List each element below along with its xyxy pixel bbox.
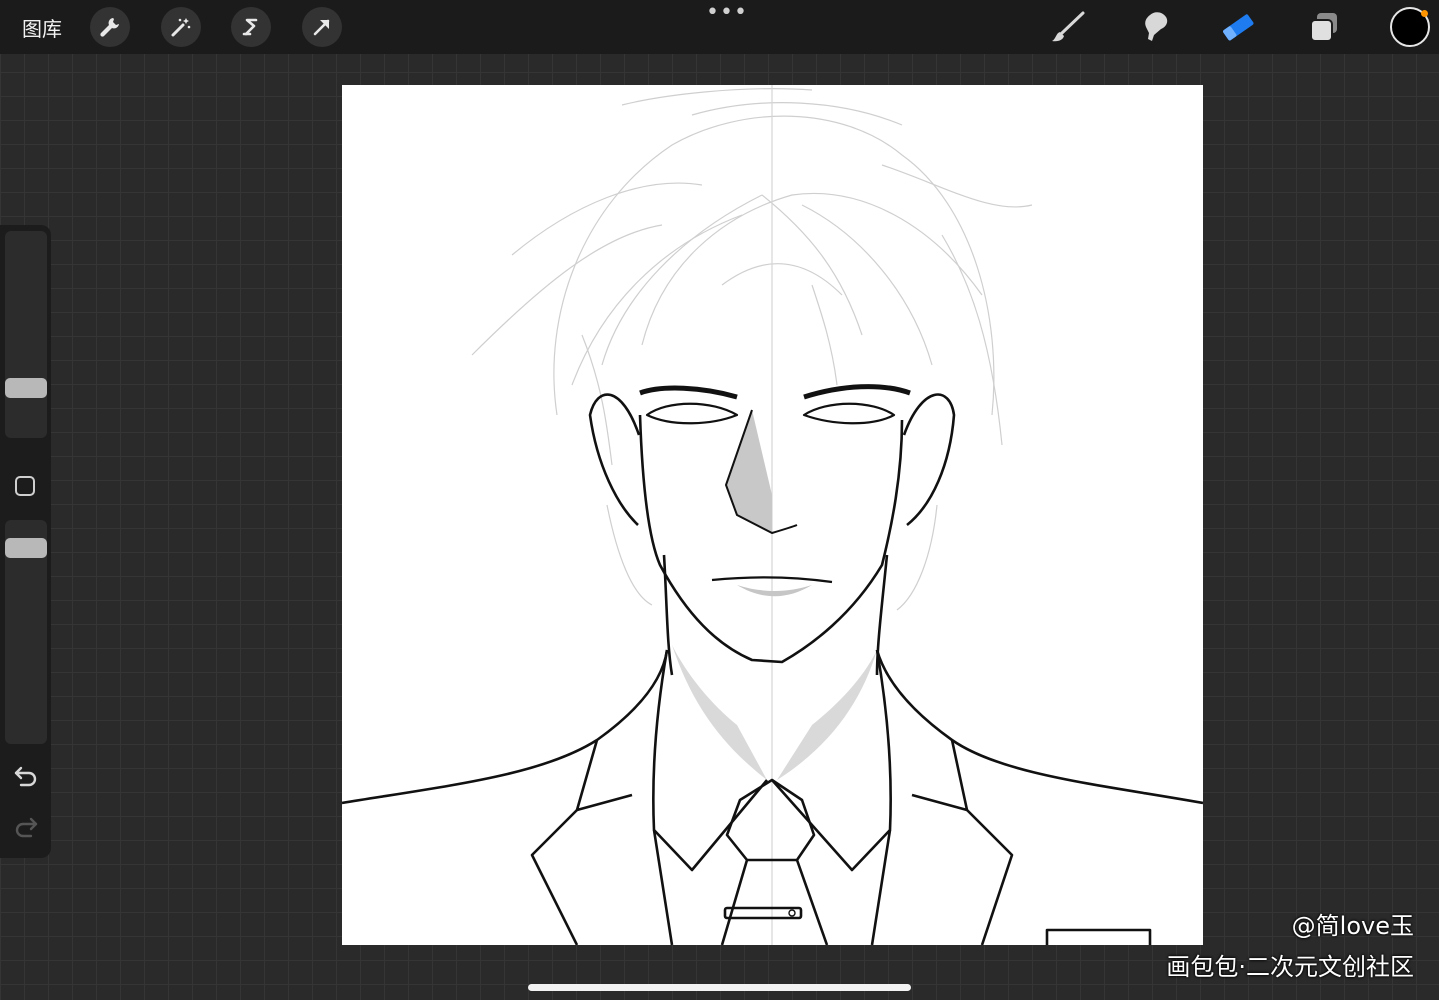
brush-tool-button[interactable] bbox=[1050, 9, 1086, 45]
gallery-button[interactable]: 图库 bbox=[22, 13, 62, 42]
eraser-tool-button[interactable] bbox=[1220, 9, 1256, 45]
brush-size-thumb[interactable] bbox=[5, 378, 47, 398]
redo-icon[interactable] bbox=[13, 813, 39, 839]
undo-icon[interactable] bbox=[13, 762, 39, 788]
smudge-icon bbox=[1145, 12, 1168, 41]
more-options-button[interactable]: ••• bbox=[706, 2, 748, 24]
home-indicator[interactable] bbox=[528, 984, 911, 991]
actions-button[interactable] bbox=[90, 7, 130, 47]
watermark-site: 画包包·二次元文创社区 bbox=[1166, 953, 1414, 981]
opacity-thumb[interactable] bbox=[5, 538, 47, 558]
smudge-tool-button[interactable] bbox=[1136, 9, 1172, 45]
portrait-artwork bbox=[342, 85, 1203, 945]
selection-s-icon bbox=[242, 18, 258, 36]
brush-icon bbox=[1052, 11, 1085, 42]
drawing-canvas[interactable] bbox=[342, 85, 1203, 945]
transform-arrow-icon bbox=[313, 19, 330, 36]
eraser-icon bbox=[1223, 14, 1254, 41]
selection-button[interactable] bbox=[231, 7, 271, 47]
watermark-author: @简love玉 bbox=[1291, 912, 1414, 940]
layers-icon bbox=[1310, 13, 1337, 42]
brush-size-slider[interactable] bbox=[5, 231, 47, 438]
color-indicator-dot bbox=[1421, 10, 1428, 17]
transform-button[interactable] bbox=[302, 7, 342, 47]
magic-wand-icon bbox=[171, 18, 191, 37]
adjustments-button[interactable] bbox=[161, 7, 201, 47]
modifier-square-icon[interactable] bbox=[15, 476, 35, 496]
layers-button[interactable] bbox=[1306, 9, 1342, 45]
top-toolbar: 图库 ••• bbox=[0, 0, 1439, 54]
left-sidebar bbox=[0, 225, 51, 858]
wrench-icon bbox=[100, 18, 119, 37]
